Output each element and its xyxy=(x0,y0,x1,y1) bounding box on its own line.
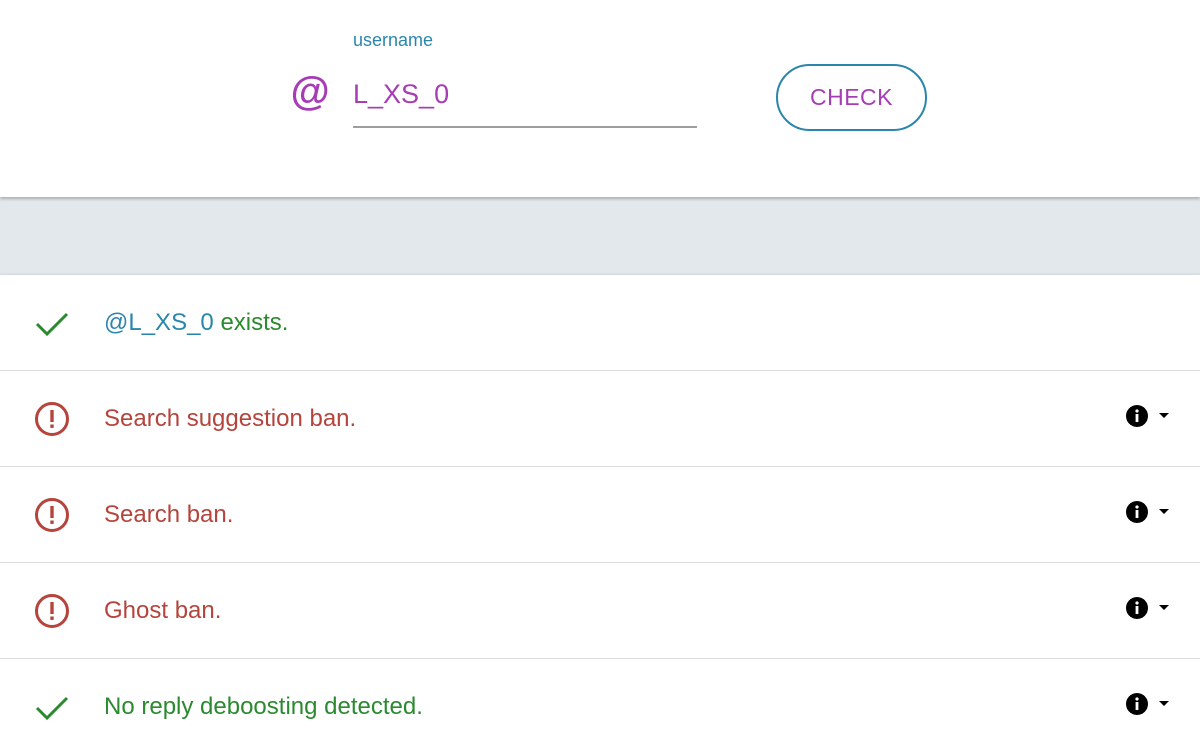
info-dropdown-toggle[interactable] xyxy=(1126,597,1170,619)
alert-circle-icon xyxy=(35,594,69,628)
page: @ username CHECK @L_XS_0 exists. Search … xyxy=(0,0,1200,755)
result-row-ghost-ban: Ghost ban. xyxy=(0,563,1200,659)
exists-label: exists. xyxy=(213,309,289,336)
results-list: @L_XS_0 exists. Search suggestion ban. S… xyxy=(0,275,1200,754)
caret-down-icon xyxy=(1159,605,1169,610)
caret-down-icon xyxy=(1159,701,1169,706)
result-row-search-suggestion-ban: Search suggestion ban. xyxy=(0,371,1200,467)
search-header: @ username CHECK xyxy=(0,0,1200,197)
username-label: username xyxy=(353,30,434,50)
result-row-reply-deboosting: No reply deboosting detected. xyxy=(0,659,1200,754)
check-button[interactable]: CHECK xyxy=(776,64,927,131)
username-input[interactable] xyxy=(353,68,697,128)
username-handle: @L_XS_0 xyxy=(104,309,214,336)
result-text: Search ban. xyxy=(104,501,234,528)
info-icon xyxy=(1126,501,1148,523)
info-icon xyxy=(1126,597,1148,619)
result-text: Search suggestion ban. xyxy=(104,405,357,432)
check-icon xyxy=(35,696,69,721)
check-icon xyxy=(35,312,69,337)
info-dropdown-toggle[interactable] xyxy=(1126,693,1170,715)
result-text: Ghost ban. xyxy=(104,597,222,624)
result-row-search-ban: Search ban. xyxy=(0,467,1200,563)
caret-down-icon xyxy=(1159,509,1169,514)
at-sign-icon: @ xyxy=(290,70,330,114)
info-icon xyxy=(1126,405,1148,427)
divider-band xyxy=(0,197,1200,275)
info-icon xyxy=(1126,693,1148,715)
alert-circle-icon xyxy=(35,498,69,532)
result-text: No reply deboosting detected. xyxy=(104,693,423,720)
result-row-exists: @L_XS_0 exists. xyxy=(0,275,1200,371)
info-dropdown-toggle[interactable] xyxy=(1126,501,1170,523)
result-text: @L_XS_0 exists. xyxy=(104,309,288,337)
caret-down-icon xyxy=(1159,413,1169,418)
info-dropdown-toggle[interactable] xyxy=(1126,405,1170,427)
alert-circle-icon xyxy=(35,402,69,436)
